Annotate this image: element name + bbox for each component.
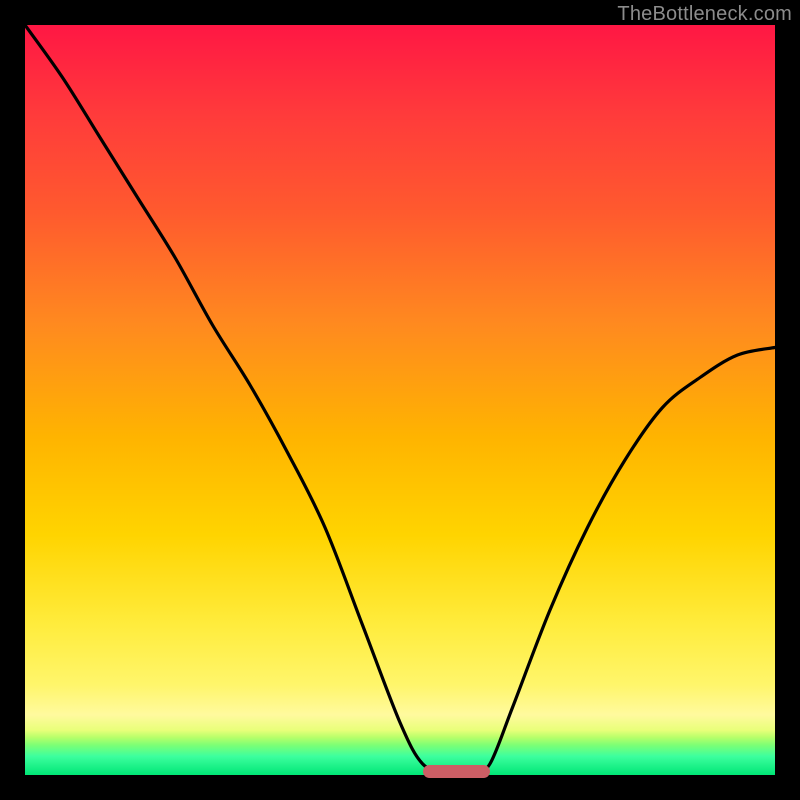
watermark-text: TheBottleneck.com <box>617 3 792 26</box>
optimal-range-marker <box>423 765 491 778</box>
chart-frame: TheBottleneck.com <box>0 0 800 800</box>
chart-plot-area <box>25 25 775 775</box>
